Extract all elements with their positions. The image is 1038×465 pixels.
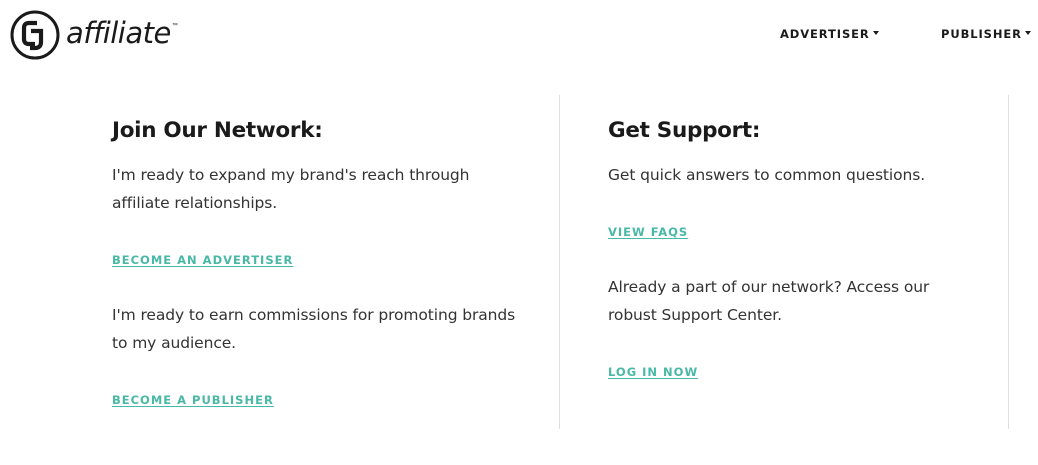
- view-faqs-link[interactable]: VIEW FAQS: [608, 225, 688, 239]
- nav-publisher-dropdown[interactable]: PUBLISHER: [941, 27, 1031, 41]
- become-advertiser-link[interactable]: BECOME AN ADVERTISER: [112, 253, 293, 267]
- column-divider: [1008, 95, 1009, 429]
- faq-description: Get quick answers to common questions.: [608, 166, 926, 184]
- publisher-description: I'm ready to earn commissions for promot…: [112, 306, 516, 352]
- log-in-now-link[interactable]: LOG IN NOW: [608, 365, 698, 379]
- logo-wordmark: affiliate™: [66, 16, 178, 50]
- caret-down-icon: [872, 31, 879, 35]
- page: affiliate™ ADVERTISER PUBLISHER Join Our…: [0, 0, 1038, 465]
- login-description: Already a part of our network? Access ou…: [608, 278, 930, 324]
- caret-down-icon: [1024, 31, 1031, 35]
- nav-advertiser-dropdown[interactable]: ADVERTISER: [780, 27, 879, 41]
- cj-affiliate-logo[interactable]: affiliate™: [10, 10, 178, 60]
- nav-publisher-label: PUBLISHER: [941, 27, 1022, 41]
- cj-logo-icon: [10, 10, 60, 60]
- become-publisher-link[interactable]: BECOME A PUBLISHER: [112, 393, 274, 407]
- advertiser-description: I'm ready to expand my brand's reach thr…: [112, 166, 470, 212]
- get-support-title: Get Support:: [608, 118, 761, 143]
- nav-advertiser-label: ADVERTISER: [780, 27, 870, 41]
- trademark-symbol: ™: [171, 22, 178, 29]
- column-divider: [559, 95, 560, 429]
- join-network-title: Join Our Network:: [112, 118, 323, 143]
